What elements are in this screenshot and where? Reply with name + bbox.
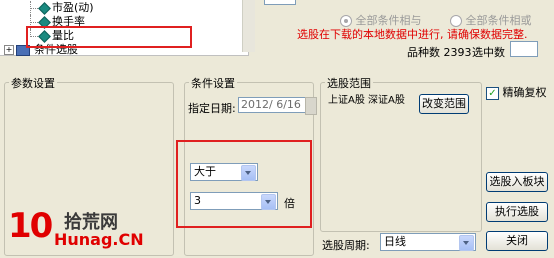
precise-adjust-label: 精确复权 [502, 86, 547, 99]
selected-label: 选中数 [472, 46, 505, 59]
threshold-input[interactable]: 3 [190, 192, 278, 210]
highlight-box [176, 140, 312, 228]
date-picker-button[interactable] [305, 97, 317, 115]
date-value: 2012/ 6/16 [241, 98, 301, 111]
highlight-box [26, 26, 192, 48]
scope-title: 选股范围 [325, 75, 373, 91]
date-field[interactable]: 2012/ 6/16 [238, 97, 306, 113]
selected-count-field [510, 41, 538, 57]
watermark-logo: 10 拾荒网 Hunag.CN [8, 204, 158, 254]
count-label: 品种数 [407, 46, 440, 59]
threshold-value: 3 [194, 194, 201, 207]
date-label: 指定日期: [188, 102, 236, 115]
count-value: 2393 [443, 46, 472, 59]
selected-display: 选中数 [472, 44, 505, 60]
chevron-down-icon[interactable] [459, 235, 474, 251]
add-to-block-button[interactable]: 选股入板块 [486, 172, 548, 192]
change-scope-button[interactable]: 改变范围 [419, 94, 469, 114]
operator-value: 大于 [194, 165, 216, 178]
precise-adjust-checkbox[interactable]: ✓ 精确复权 [486, 84, 547, 100]
expand-plus-icon[interactable]: + [4, 45, 14, 55]
conditions-title: 条件设置 [189, 75, 237, 91]
market-list: 上证A股 深证A股 [328, 95, 405, 106]
indicator-icon [38, 2, 51, 15]
data-hint: 选股在下载的本地数据中进行, 请确保数据完整. [297, 28, 528, 41]
period-label: 选股周期: [322, 239, 370, 252]
period-value: 日线 [384, 235, 406, 248]
tree-scrollbar[interactable] [242, 0, 255, 52]
period-select[interactable]: 日线 [380, 233, 476, 251]
params-title: 参数设置 [9, 75, 57, 91]
unit-label: 倍 [284, 197, 295, 210]
chevron-down-icon[interactable] [261, 194, 276, 210]
execute-select-button[interactable]: 执行选股 [486, 202, 548, 222]
chevron-down-icon[interactable] [241, 165, 256, 181]
tree-item-label: 市盈(动) [52, 1, 94, 14]
operator-select[interactable]: 大于 [190, 163, 258, 181]
checkmark-icon: ✓ [486, 86, 499, 100]
count-display: 品种数 2393 [407, 44, 472, 60]
logo-number: 10 [8, 206, 53, 246]
close-button[interactable]: 关闭 [486, 231, 548, 251]
logo-domain: Hunag.CN [54, 230, 144, 249]
result-box [264, 0, 296, 5]
